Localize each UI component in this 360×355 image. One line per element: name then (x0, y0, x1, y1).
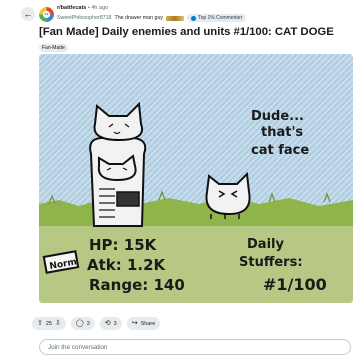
share-label: Share (140, 320, 156, 327)
footer-line-1: Daily (247, 237, 284, 252)
caption-line-3: cat face (251, 143, 309, 158)
badge-label: Top 1% Commenter (198, 15, 243, 21)
post-age: 4h ago (91, 5, 109, 11)
top-commenter-badge: Top 1% Commenter (187, 14, 247, 22)
crosspost-count: 3 (113, 320, 117, 327)
post-title[interactable]: [Fan Made] Daily enemies and units #1/10… (39, 26, 334, 38)
comment-placeholder: Join the conversation (48, 343, 108, 351)
upvote-icon[interactable]: ⇧ (37, 320, 43, 327)
back-button[interactable]: ← (21, 7, 35, 21)
vote-control: ⇧ 25 ⇩ (32, 317, 66, 330)
share-icon: ↪ (131, 320, 138, 327)
author-line: SweetPhilosopher8718 The drawer man guy … (57, 14, 247, 22)
stat-range: Range: 140 (89, 276, 185, 294)
footer-line-3: #1/100 (263, 275, 327, 294)
post-flair[interactable]: Fan-Made (39, 44, 68, 52)
comment-icon: ◯ (75, 320, 84, 327)
comments-button[interactable]: ◯ 3 (70, 317, 95, 330)
author-flair-emoji (166, 15, 185, 21)
author-name[interactable]: SweetPhilosopher8718 (57, 15, 111, 21)
drawing-illustration: Dude... that's cat face HP: 15K Atk: 1.2… (39, 54, 353, 303)
battlecats-logo-icon (39, 7, 54, 22)
post-meta: r/battlecats • 4h ago (57, 5, 108, 11)
stat-atk: Atk: 1.2K (87, 256, 167, 274)
subreddit-avatar[interactable] (39, 7, 54, 22)
author-flair: The drawer man guy (114, 15, 164, 21)
stat-hp: HP: 15K (89, 236, 158, 254)
arrow-left-icon: ← (23, 9, 33, 19)
subreddit-name[interactable]: r/battlecats (57, 5, 86, 11)
post-image[interactable]: Dude... that's cat face HP: 15K Atk: 1.2… (39, 54, 353, 303)
share-button[interactable]: ↪ Share (126, 317, 161, 330)
caption-line-1: Dude... (251, 109, 304, 124)
footer-line-2: Stuffers: (239, 255, 303, 270)
meta-separator: • (87, 5, 90, 11)
crosspost-button[interactable]: ⟲ 3 (99, 317, 122, 330)
comment-count: 3 (86, 320, 90, 327)
badge-icon (191, 15, 197, 21)
downvote-icon[interactable]: ⇩ (55, 320, 61, 327)
post-actions: ⇧ 25 ⇩ ◯ 3 ⟲ 3 ↪ Share (32, 317, 161, 330)
caption-line-2: that's (261, 125, 303, 140)
crosspost-icon: ⟲ (104, 320, 111, 327)
vote-count: 25 (45, 320, 52, 327)
